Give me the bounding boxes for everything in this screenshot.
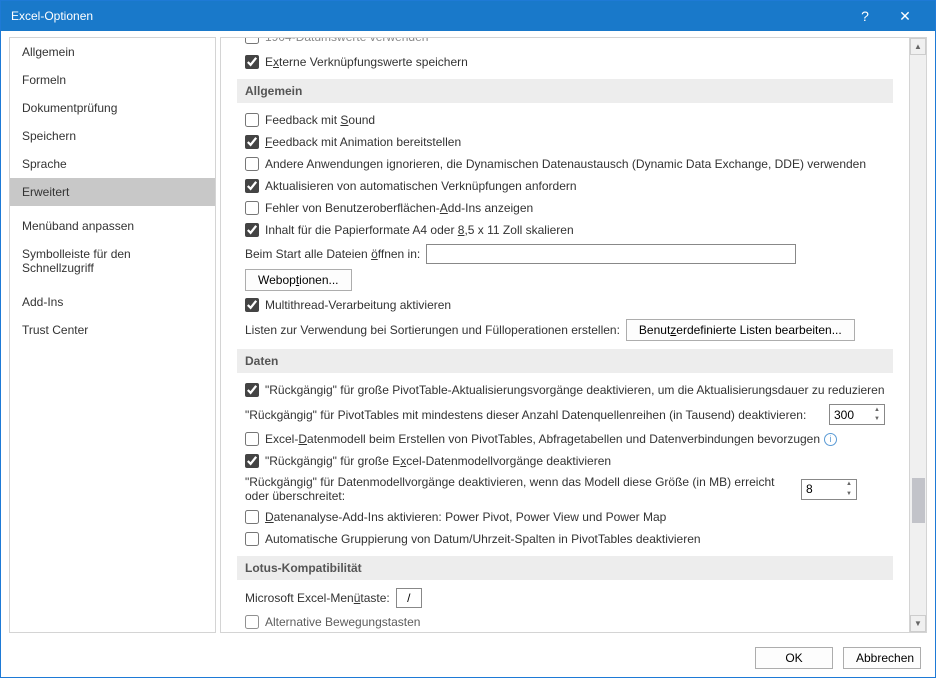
ok-button[interactable]: OK	[755, 647, 833, 669]
label-transition-nav: Alternative Bewegungstasten	[265, 613, 420, 631]
model-size-input[interactable]	[802, 480, 842, 499]
open-files-row: Beim Start alle Dateien öffnen in:	[245, 244, 885, 264]
vertical-scrollbar[interactable]: ▲ ▼	[909, 38, 926, 632]
checkbox-ignore-dde[interactable]: Andere Anwendungen ignorieren, die Dynam…	[245, 155, 885, 173]
label-feedback-anim: Feedback mit Animation bereitstellen	[265, 133, 461, 151]
label-external-links: Externe Verknüpfungswerte speichern	[265, 53, 468, 71]
label-addin-errors: Fehler von Benutzeroberflächen-Add-Ins a…	[265, 199, 533, 217]
web-options-row: Weboptionen...	[245, 269, 885, 291]
sidebar-item-dokumentpr-fung[interactable]: Dokumentprüfung	[10, 94, 215, 122]
open-files-label: Beim Start alle Dateien öffnen in:	[245, 247, 420, 261]
category-sidebar: AllgemeinFormelnDokumentprüfungSpeichern…	[9, 37, 216, 633]
web-options-button[interactable]: Weboptionen...	[245, 269, 352, 291]
pivot-rows-label: "Rückgängig" für PivotTables mit mindest…	[245, 408, 823, 422]
menu-key-input[interactable]	[396, 588, 422, 608]
spin-up-icon[interactable]: ▲	[870, 405, 884, 415]
open-files-input[interactable]	[426, 244, 796, 264]
label-prefer-model: Excel-Datenmodell beim Erstellen von Piv…	[265, 430, 820, 448]
help-button[interactable]: ?	[845, 1, 885, 31]
checkbox-undo-model[interactable]: "Rückgängig" für große Excel-Datenmodell…	[245, 452, 885, 470]
model-size-label: "Rückgängig" für Datenmodellvorgänge dea…	[245, 475, 795, 503]
checkbox-transition-nav[interactable]: Alternative Bewegungstasten	[245, 613, 885, 631]
custom-lists-label: Listen zur Verwendung bei Sortierungen u…	[245, 323, 620, 337]
model-size-spinner[interactable]: ▲▼	[801, 479, 857, 500]
label-multithread: Multithread-Verarbeitung aktivieren	[265, 296, 451, 314]
pivot-rows-input[interactable]	[830, 405, 870, 424]
spin-up-icon[interactable]: ▲	[842, 480, 856, 490]
checkbox-1904-dates[interactable]: 1904-Datumswerte verwenden	[245, 38, 885, 46]
checkbox-auto-grouping[interactable]: Automatische Gruppierung von Datum/Uhrze…	[245, 530, 885, 548]
label-undo-pivot: "Rückgängig" für große PivotTable-Aktual…	[265, 381, 885, 399]
spin-down-icon[interactable]: ▼	[842, 489, 856, 499]
section-lotus-header: Lotus-Kompatibilität	[237, 556, 893, 580]
checkbox-feedback-sound[interactable]: Feedback mit Sound	[245, 111, 885, 129]
scroll-thumb[interactable]	[912, 478, 925, 523]
checkbox-multithread[interactable]: Multithread-Verarbeitung aktivieren	[245, 296, 885, 314]
checkbox-prefer-model[interactable]: Excel-Datenmodell beim Erstellen von Piv…	[245, 430, 885, 448]
sidebar-item-men-band-anpassen[interactable]: Menüband anpassen	[10, 212, 215, 240]
titlebar: Excel-Optionen ? ✕	[1, 1, 935, 31]
pivot-rows-row: "Rückgängig" für PivotTables mit mindest…	[245, 404, 885, 425]
custom-lists-row: Listen zur Verwendung bei Sortierungen u…	[245, 319, 885, 341]
info-icon[interactable]: i	[824, 433, 837, 446]
menu-key-label: Microsoft Excel-Menütaste:	[245, 591, 390, 605]
label-ignore-dde: Andere Anwendungen ignorieren, die Dynam…	[265, 155, 866, 173]
checkbox-external-links[interactable]: Externe Verknüpfungswerte speichern	[245, 53, 885, 71]
sidebar-item-symbolleiste-f-r-den-schnellzugriff[interactable]: Symbolleiste für den Schnellzugriff	[10, 240, 215, 282]
checkbox-auto-links[interactable]: Aktualisieren von automatischen Verknüpf…	[245, 177, 885, 195]
scroll-down-icon[interactable]: ▼	[910, 615, 926, 632]
pivot-rows-spinner[interactable]: ▲▼	[829, 404, 885, 425]
model-size-row: "Rückgängig" für Datenmodellvorgänge dea…	[245, 475, 885, 503]
sidebar-item-trust-center[interactable]: Trust Center	[10, 316, 215, 344]
label-auto-links: Aktualisieren von automatischen Verknüpf…	[265, 177, 577, 195]
sidebar-item-sprache[interactable]: Sprache	[10, 150, 215, 178]
label-feedback-sound: Feedback mit Sound	[265, 111, 375, 129]
scroll-up-icon[interactable]: ▲	[910, 38, 926, 55]
content-pane: 1904-Datumswerte verwenden Externe Verkn…	[220, 37, 927, 633]
sidebar-item-add-ins[interactable]: Add-Ins	[10, 288, 215, 316]
label-1904-dates: 1904-Datumswerte verwenden	[265, 38, 428, 46]
checkbox-feedback-anim[interactable]: Feedback mit Animation bereitstellen	[245, 133, 885, 151]
cancel-button[interactable]: Abbrechen	[843, 647, 921, 669]
label-undo-model: "Rückgängig" für große Excel-Datenmodell…	[265, 452, 611, 470]
label-scale-paper: Inhalt für die Papierformate A4 oder 8,5…	[265, 221, 574, 239]
section-data-header: Daten	[237, 349, 893, 373]
sidebar-item-formeln[interactable]: Formeln	[10, 66, 215, 94]
checkbox-analysis-addins[interactable]: Datenanalyse-Add-Ins aktivieren: Power P…	[245, 508, 885, 526]
dialog-footer: OK Abbrechen	[1, 639, 935, 677]
section-general-header: Allgemein	[237, 79, 893, 103]
sidebar-item-speichern[interactable]: Speichern	[10, 122, 215, 150]
label-auto-grouping: Automatische Gruppierung von Datum/Uhrze…	[265, 530, 701, 548]
sidebar-item-erweitert[interactable]: Erweitert	[10, 178, 215, 206]
close-button[interactable]: ✕	[885, 1, 925, 31]
menu-key-row: Microsoft Excel-Menütaste:	[245, 588, 885, 608]
checkbox-undo-pivot[interactable]: "Rückgängig" für große PivotTable-Aktual…	[245, 381, 885, 399]
edit-custom-lists-button[interactable]: Benutzerdefinierte Listen bearbeiten...	[626, 319, 855, 341]
checkbox-addin-errors[interactable]: Fehler von Benutzeroberflächen-Add-Ins a…	[245, 199, 885, 217]
sidebar-item-allgemein[interactable]: Allgemein	[10, 38, 215, 66]
checkbox-scale-paper[interactable]: Inhalt für die Papierformate A4 oder 8,5…	[245, 221, 885, 239]
label-analysis-addins: Datenanalyse-Add-Ins aktivieren: Power P…	[265, 508, 666, 526]
window-title: Excel-Optionen	[11, 9, 845, 23]
spin-down-icon[interactable]: ▼	[870, 415, 884, 425]
